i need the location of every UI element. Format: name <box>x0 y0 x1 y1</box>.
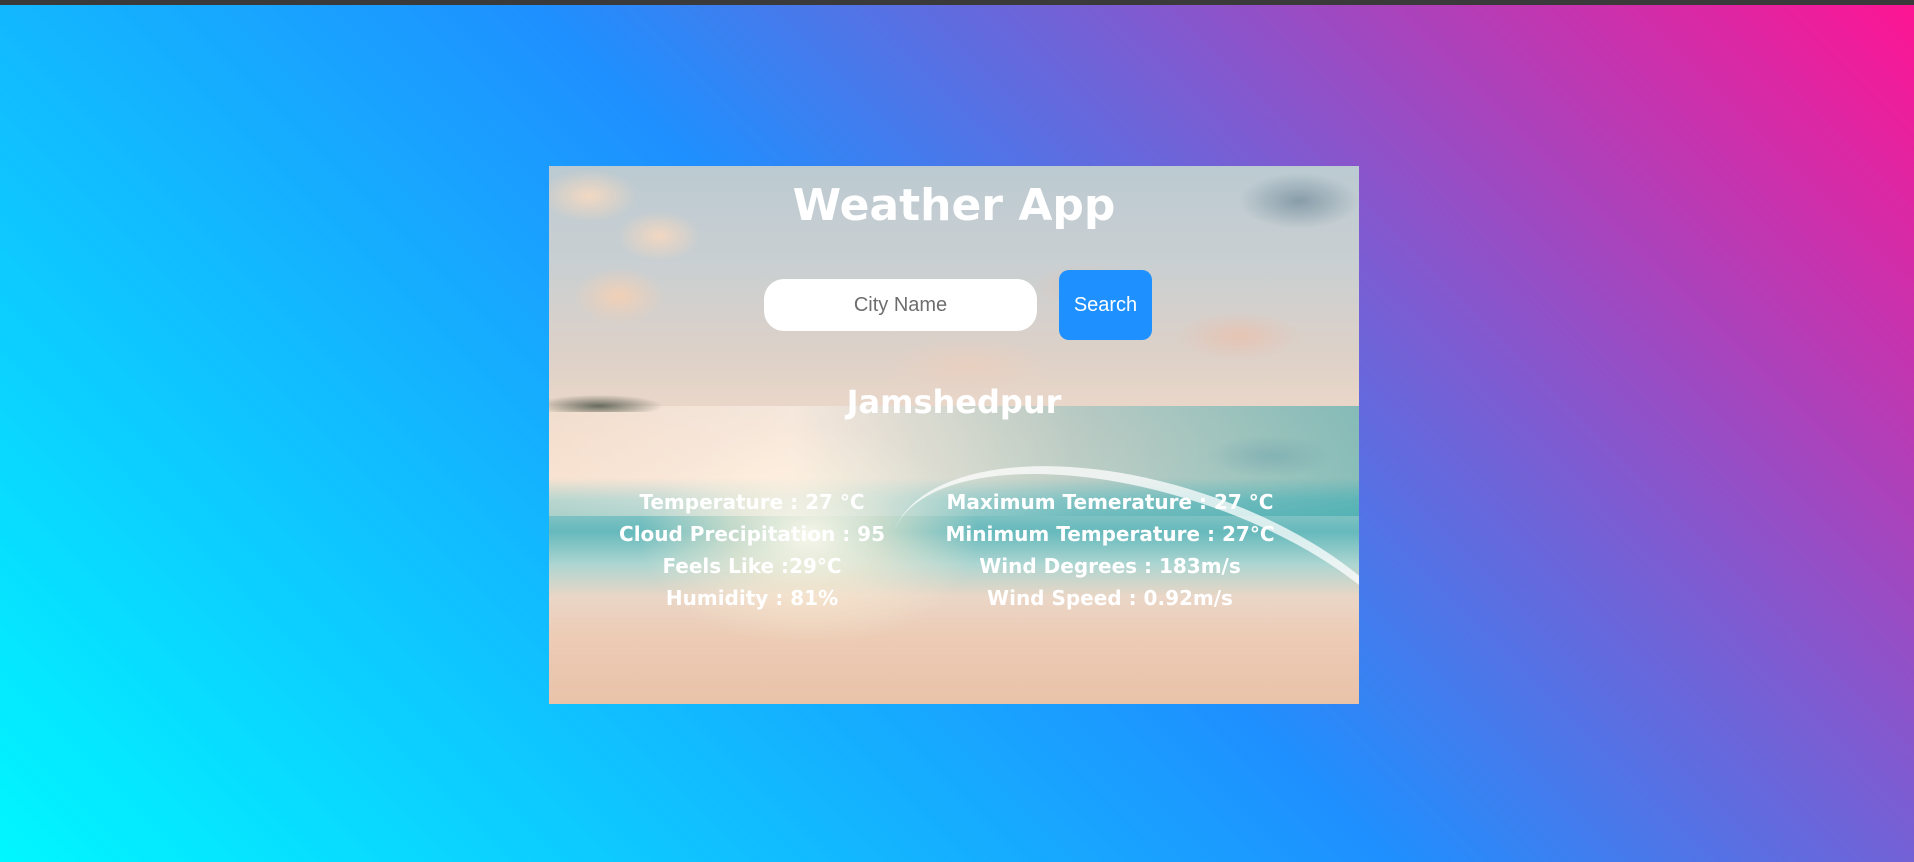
stats-right-column: Maximum Temerature : 27 °C Minimum Tempe… <box>929 486 1291 614</box>
city-search-input[interactable] <box>764 279 1037 331</box>
min-temperature-stat: Minimum Temperature : 27°C <box>945 522 1275 546</box>
stats-left-column: Temperature : 27 °C Cloud Precipitation … <box>589 486 915 614</box>
temperature-stat: Temperature : 27 °C <box>639 490 865 514</box>
browser-top-strip <box>0 0 1914 5</box>
wind-speed-stat: Wind Speed : 0.92m/s <box>987 586 1233 610</box>
humidity-stat: Humidity : 81% <box>665 586 839 610</box>
wind-degrees-stat: Wind Degrees : 183m/s <box>979 554 1241 578</box>
max-temperature-stat: Maximum Temerature : 27 °C <box>946 490 1274 514</box>
feels-like-stat: Feels Like :29°C <box>662 554 842 578</box>
search-button[interactable]: Search <box>1059 270 1152 340</box>
background-overlay <box>549 166 1359 704</box>
cloud-precipitation-stat: Cloud Precipitation : 95 <box>619 522 885 546</box>
city-name: Jamshedpur <box>846 383 1062 421</box>
weather-card: Weather App Search Jamshedpur Temperatur… <box>549 166 1359 704</box>
app-title: Weather App <box>792 180 1116 231</box>
